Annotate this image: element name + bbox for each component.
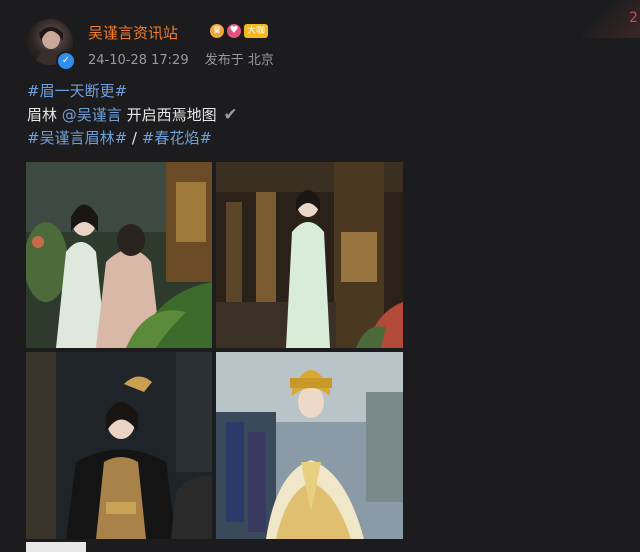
next-item-edge xyxy=(26,542,86,552)
hashtag-link[interactable]: #眉一天断更# xyxy=(27,82,127,100)
hashtag-link[interactable]: #春花焰# xyxy=(142,129,212,147)
post-meta: 24-10-28 17:29 发布于 北京 xyxy=(88,49,286,68)
level-badge: 大咖 xyxy=(244,24,269,38)
post-image-4[interactable] xyxy=(216,352,403,539)
post-timestamp[interactable]: 24-10-28 17:29 xyxy=(88,53,189,68)
check-mark-icon: ✔ xyxy=(223,105,238,125)
username[interactable]: 吴谨言资讯站 xyxy=(88,22,178,43)
post-text: 开启西焉地图 xyxy=(126,106,222,124)
post-text-line-2: 眉林 @吴谨言 开启西焉地图 ✔ xyxy=(27,104,238,125)
post-text-line-1: #眉一天断更# xyxy=(27,80,127,101)
user-badges: ♛ ♥ 大咖 xyxy=(210,23,269,39)
verified-icon: ✓ xyxy=(56,51,76,71)
heart-badge-icon: ♥ xyxy=(227,24,241,38)
post-text-line-3: #吴谨言眉林# / #春花焰# xyxy=(27,127,212,148)
post-location: 发布于 北京 xyxy=(204,53,274,68)
post-image-1[interactable] xyxy=(26,162,212,348)
post-text: 眉林 xyxy=(27,106,58,124)
post-text: / xyxy=(131,129,137,147)
post-image-2[interactable] xyxy=(216,162,403,348)
weibo-post-card: ✓ 吴谨言资讯站 ♛ ♥ 大咖 24-10-28 17:29 发布于 北京 2 … xyxy=(0,0,640,552)
hashtag-link[interactable]: #吴谨言眉林# xyxy=(27,129,127,147)
post-image-3[interactable] xyxy=(26,352,212,539)
mention-link[interactable]: @吴谨言 xyxy=(62,106,122,124)
corner-decoration: 2 xyxy=(582,0,640,38)
crown-badge-icon: ♛ xyxy=(210,24,224,38)
corner-deco-text: 2 xyxy=(629,10,638,26)
